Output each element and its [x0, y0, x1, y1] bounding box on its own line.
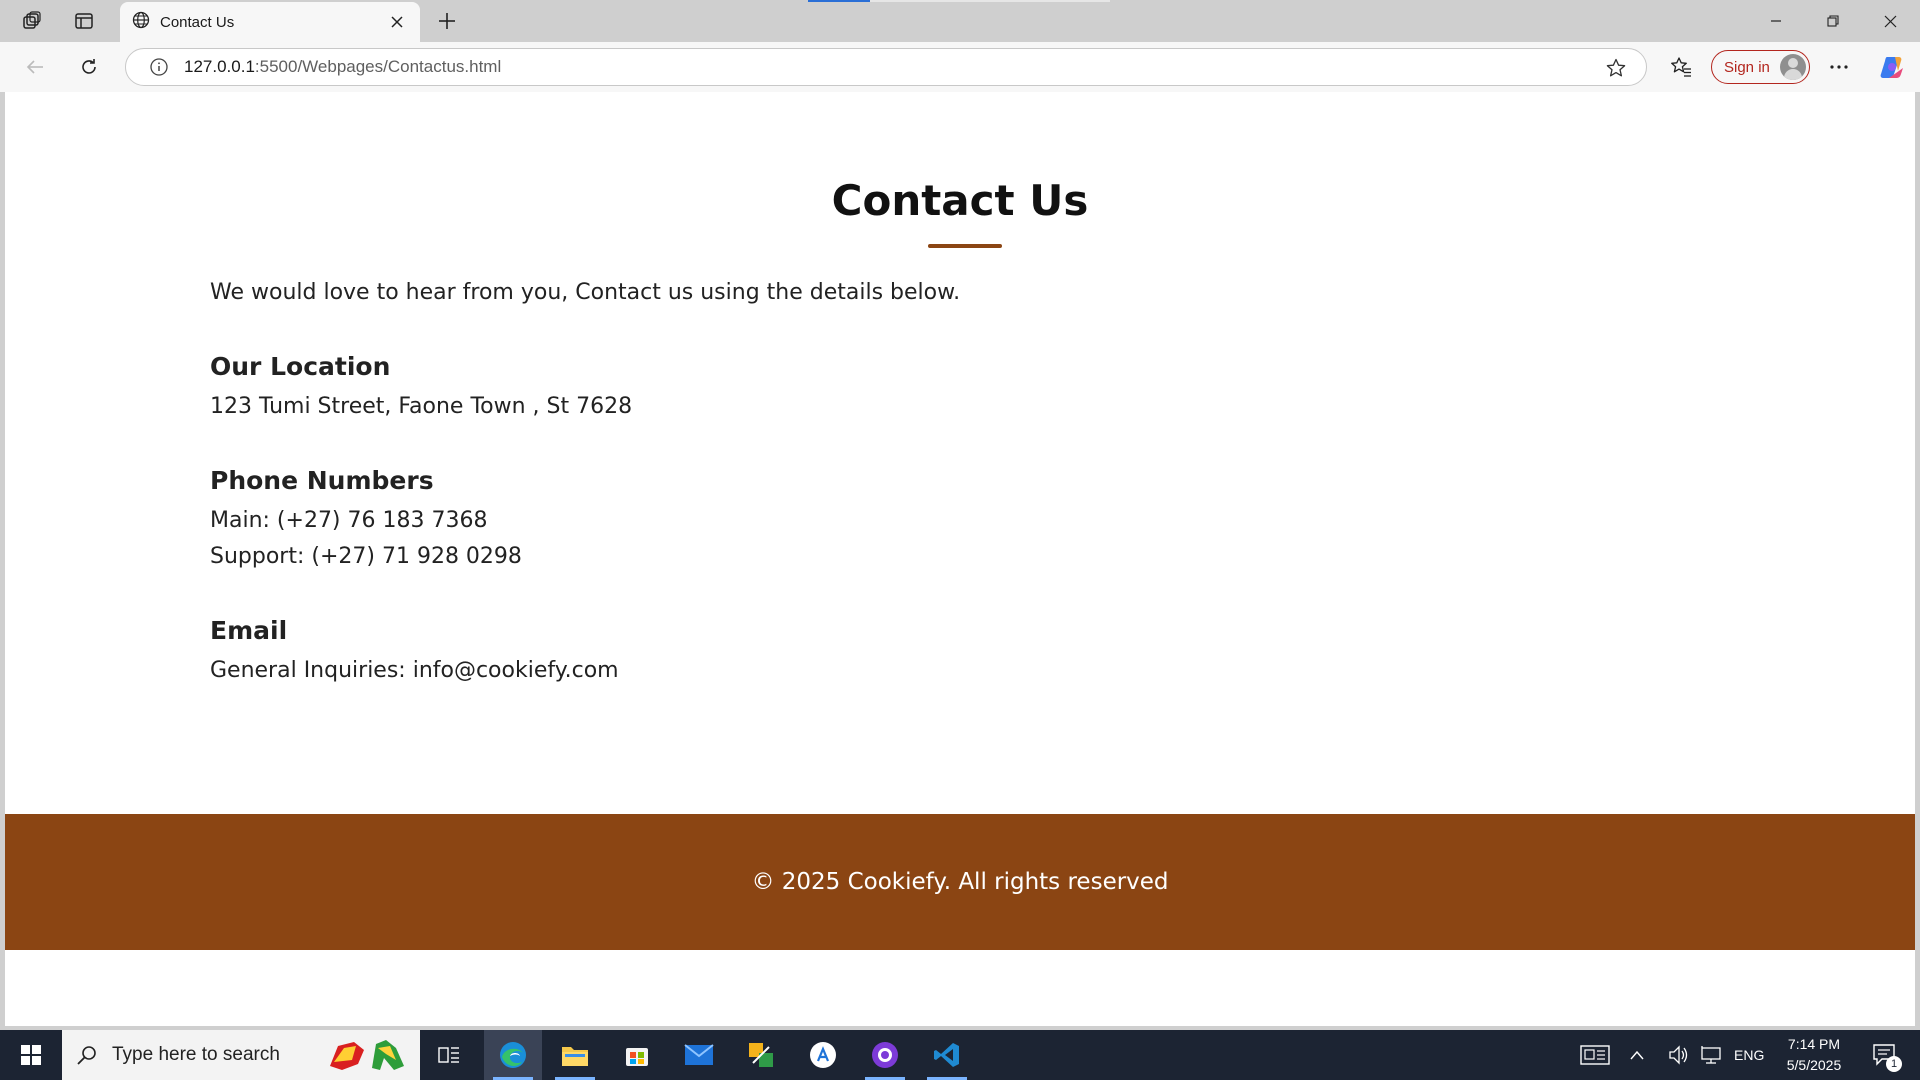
close-tab-icon[interactable]: [386, 11, 408, 33]
task-view-icon[interactable]: [420, 1030, 478, 1080]
tab-contact-us[interactable]: Contact Us: [120, 2, 420, 42]
photo-editor-icon[interactable]: [732, 1030, 790, 1080]
copilot-icon[interactable]: [1874, 50, 1910, 84]
more-options-icon[interactable]: [1821, 50, 1857, 84]
tab-actions-icon[interactable]: [67, 6, 101, 36]
workspaces-icon[interactable]: [15, 6, 49, 36]
sign-in-button[interactable]: Sign in: [1711, 50, 1810, 84]
globe-icon: [132, 11, 150, 34]
location-heading: Our Location: [210, 352, 391, 381]
github-desktop-icon[interactable]: [856, 1030, 914, 1080]
phone-heading: Phone Numbers: [210, 466, 434, 495]
start-button[interactable]: [2, 1030, 60, 1080]
footer-copyright: © 2025 Cookiefy. All rights reserved: [751, 869, 1169, 895]
back-arrow-icon[interactable]: [17, 50, 53, 84]
vscode-icon[interactable]: [918, 1030, 976, 1080]
refresh-icon[interactable]: [71, 50, 107, 84]
volume-icon[interactable]: [1662, 1030, 1696, 1080]
clock-time[interactable]: 7:14 PM: [1786, 1036, 1842, 1052]
search-icon: [76, 1044, 98, 1066]
notification-icon[interactable]: 1: [1856, 1030, 1914, 1080]
email-heading: Email: [210, 616, 288, 645]
microsoft-store-icon[interactable]: [608, 1030, 666, 1080]
phone-support: Support: (+27) 71 928 0298: [210, 544, 522, 569]
tab-title: Contact Us: [160, 13, 235, 31]
location-address: 123 Tumi Street, Faone Town , St 7628: [210, 394, 633, 419]
email-general: General Inquiries: info@cookiefy.com: [210, 658, 619, 683]
clock-date[interactable]: 5/5/2025: [1782, 1057, 1846, 1073]
loading-indicator: [808, 0, 870, 2]
intro-text: We would love to hear from you, Contact …: [210, 280, 961, 305]
tab-strip: Contact Us: [0, 0, 1920, 42]
notification-count-badge: 1: [1886, 1056, 1902, 1072]
file-explorer-icon[interactable]: [546, 1030, 604, 1080]
edge-browser-icon[interactable]: [484, 1030, 542, 1080]
url-path: :5500/Webpages/Contactus.html: [254, 57, 502, 76]
avatar: [1780, 54, 1806, 80]
sign-in-label: Sign in: [1724, 58, 1770, 76]
windows-taskbar: Type here to search ENG 7:14 PM 5/5/2025…: [0, 1030, 1920, 1080]
new-tab-button[interactable]: [430, 6, 464, 36]
search-placeholder: Type here to search: [112, 1044, 280, 1065]
page-viewport: Contact Us We would love to hear from yo…: [5, 92, 1915, 1026]
keyboard-layout-icon[interactable]: [1566, 1030, 1624, 1080]
page-title: Contact Us: [831, 176, 1089, 225]
close-window-button[interactable]: [1862, 0, 1918, 42]
language-indicator[interactable]: ENG: [1734, 1047, 1764, 1063]
url-host: 127.0.0.1: [184, 57, 255, 76]
chevron-up-icon[interactable]: [1620, 1030, 1654, 1080]
favorites-icon[interactable]: [1663, 50, 1699, 84]
phone-main: Main: (+27) 76 183 7368: [210, 508, 488, 533]
browser-toolbar: 127.0.0.1:5500/Webpages/Contactus.html S…: [0, 42, 1920, 92]
minimize-button[interactable]: [1748, 0, 1804, 42]
app-store-icon[interactable]: [794, 1030, 852, 1080]
mail-icon[interactable]: [670, 1030, 728, 1080]
restore-button[interactable]: [1805, 0, 1861, 42]
network-icon[interactable]: [1694, 1030, 1728, 1080]
address-bar[interactable]: 127.0.0.1:5500/Webpages/Contactus.html: [125, 48, 1647, 86]
loading-track: [870, 0, 1110, 2]
title-underline: [928, 244, 1002, 248]
url-text: 127.0.0.1:5500/Webpages/Contactus.html: [184, 57, 501, 77]
search-highlight-icon: [324, 1036, 414, 1074]
site-info-icon[interactable]: [148, 56, 170, 78]
taskbar-search-box[interactable]: Type here to search: [62, 1030, 420, 1080]
page-footer: © 2025 Cookiefy. All rights reserved: [5, 814, 1915, 950]
favorite-star-icon[interactable]: [1604, 56, 1628, 80]
